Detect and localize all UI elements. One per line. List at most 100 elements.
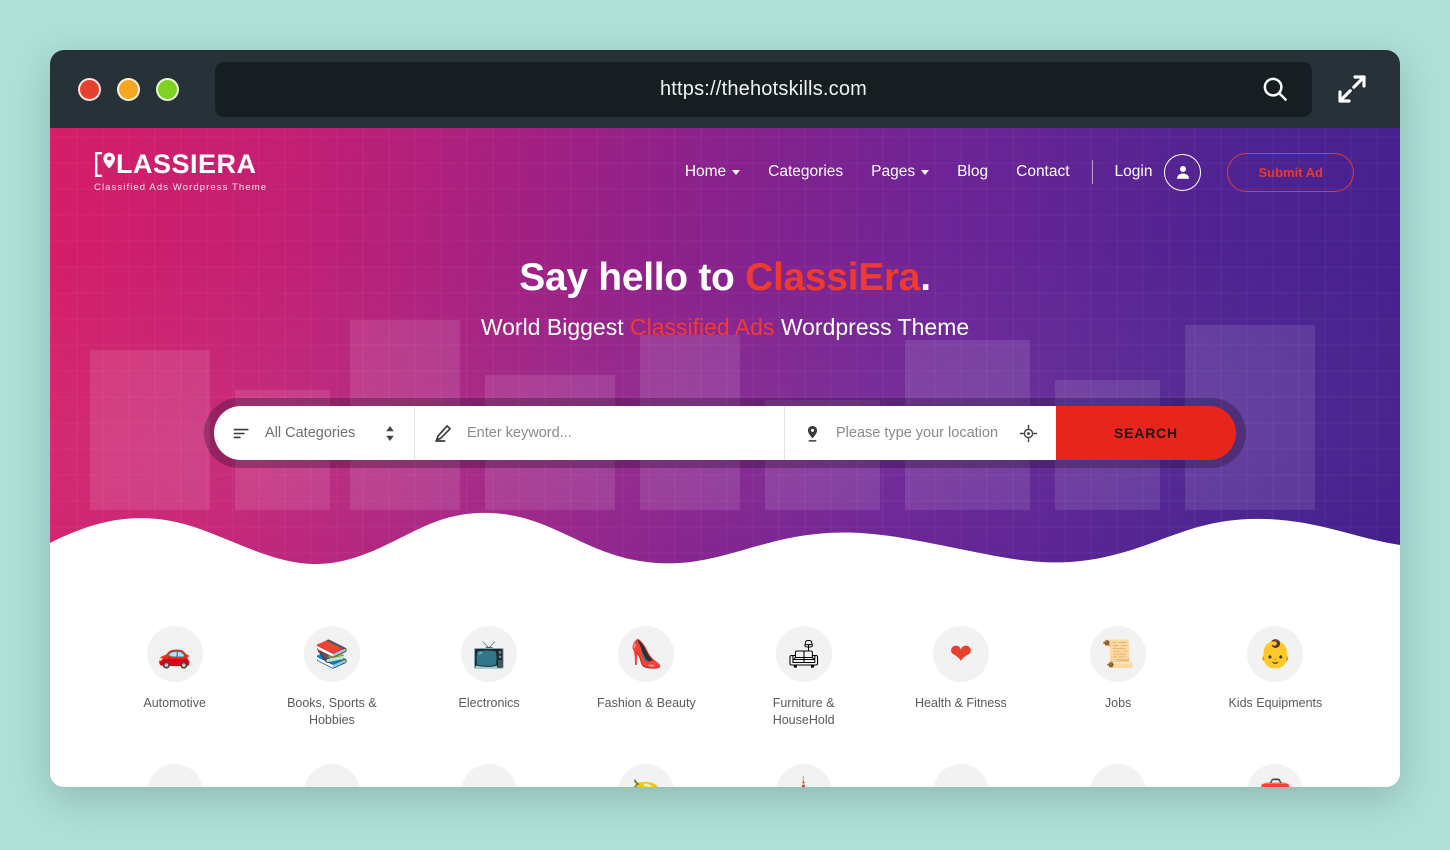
nav-item-home-label: Home <box>684 163 727 180</box>
minimize-window-button[interactable] <box>117 77 140 101</box>
traffic-lights <box>78 77 179 101</box>
category-furniture-household[interactable]: 🛋 Furniture & HouseHold <box>725 626 882 728</box>
hero-copy: Say hello to ClassiEra. World Biggest Cl… <box>50 256 1400 341</box>
category-row2-item[interactable] <box>253 764 410 787</box>
category-grid: 🚗 Automotive 📚 Books, Sports & Hobbies 📺… <box>96 626 1354 787</box>
category-label: Health & Fitness <box>915 696 1007 710</box>
search-button[interactable]: SEARCH <box>1056 406 1236 460</box>
filter-lines-icon <box>232 424 251 443</box>
chevron-down-icon <box>732 169 741 175</box>
category-books-sports-hobbies[interactable]: 📚 Books, Sports & Hobbies <box>253 626 410 728</box>
category-kids-equipments[interactable]: 👶 Kids Equipments <box>1197 626 1354 728</box>
location-input[interactable]: Please type your location <box>784 406 1056 460</box>
category-label: Jobs <box>1104 696 1132 710</box>
wave-divider <box>50 512 1400 580</box>
submit-ad-button[interactable]: Submit Ad <box>1227 152 1354 192</box>
url-text: https://thehotskills.com <box>659 77 868 100</box>
maximize-window-button[interactable] <box>156 77 179 101</box>
category-automotive[interactable]: 🚗 Automotive <box>96 626 253 728</box>
category-row2-item[interactable] <box>96 764 253 787</box>
search-bar: All Categories Enter keyword... Please t… <box>214 406 1236 460</box>
category-row2-item[interactable]: 🧰 <box>1197 764 1354 787</box>
hero-title: Say hello to ClassiEra. <box>50 256 1400 300</box>
category-row2-item[interactable] <box>411 764 568 787</box>
logo-mark: LASSIERA <box>94 151 267 178</box>
pencil-icon <box>433 423 453 443</box>
hero-sub-prefix: World Biggest <box>480 314 630 340</box>
hero-title-prefix: Say hello to <box>519 256 746 299</box>
tv-icon: 📺 <box>461 626 518 682</box>
category-row2-icon: 🍋 <box>618 764 675 787</box>
category-row2-icon: 🗼 <box>775 764 832 787</box>
heart-pulse-icon: ❤ <box>932 626 989 682</box>
hero-sub-suffix: Wordpress Theme <box>774 314 970 340</box>
location-input-placeholder: Please type your location <box>836 425 999 441</box>
category-row2-icon <box>1090 764 1147 787</box>
nav-links: Home Categories Pages Blog Contact <box>685 163 1070 181</box>
category-row2-icon <box>932 764 989 787</box>
category-fashion-beauty[interactable]: 👠 Fashion & Beauty <box>568 626 725 728</box>
nav-item-categories-label: Categories <box>768 163 844 180</box>
browser-window: https://thehotskills.com LASSIERA Classi… <box>50 50 1400 787</box>
category-select-value: All Categories <box>265 425 356 441</box>
logo-wordmark: LASSIERA <box>116 149 257 180</box>
site-logo[interactable]: LASSIERA Classified Ads Wordpress Theme <box>94 151 267 193</box>
nav-divider <box>1091 160 1093 184</box>
category-row2-item[interactable]: 🗼 <box>725 764 882 787</box>
category-row2-icon <box>303 764 360 787</box>
category-label: Electronics <box>458 696 520 710</box>
expand-fullscreen-icon[interactable] <box>1334 71 1370 107</box>
category-jobs[interactable]: 📜 Jobs <box>1040 626 1197 728</box>
nav-item-pages[interactable]: Pages <box>871 163 930 181</box>
login-link[interactable]: Login <box>1115 163 1153 181</box>
books-icon: 📚 <box>303 626 360 682</box>
category-row2-icon <box>461 764 518 787</box>
job-hand-icon: 📜 <box>1090 626 1147 682</box>
nav-item-categories[interactable]: Categories <box>768 163 843 181</box>
category-health-fitness[interactable]: ❤ Health & Fitness <box>882 626 1039 728</box>
close-window-button[interactable] <box>78 77 101 101</box>
login-group: Login <box>1115 153 1202 191</box>
nav-item-contact[interactable]: Contact <box>1016 163 1069 181</box>
nav-item-blog[interactable]: Blog <box>957 163 988 181</box>
category-label: Kids Equipments <box>1228 696 1323 710</box>
hero-section: LASSIERA Classified Ads Wordpress Theme … <box>50 128 1400 580</box>
nav-item-contact-label: Contact <box>1016 163 1070 180</box>
logo-tagline: Classified Ads Wordpress Theme <box>94 182 268 194</box>
stroller-icon: 👶 <box>1247 626 1304 682</box>
crosshair-locate-icon[interactable] <box>1019 424 1038 443</box>
site-navbar: LASSIERA Classified Ads Wordpress Theme … <box>50 128 1400 216</box>
logo-bracket-pin-icon <box>95 152 115 178</box>
category-row2-item[interactable] <box>882 764 1039 787</box>
category-row2-item[interactable]: 🍋 <box>568 764 725 787</box>
chevron-down-icon <box>921 169 930 175</box>
map-pin-icon <box>803 424 822 443</box>
user-avatar-icon[interactable] <box>1164 153 1202 191</box>
hero-subtitle: World Biggest Classified Ads Wordpress T… <box>50 314 1400 341</box>
nav-item-blog-label: Blog <box>957 163 989 180</box>
category-label: Books, Sports & Hobbies <box>287 696 377 727</box>
address-bar[interactable]: https://thehotskills.com <box>215 61 1312 117</box>
hero-title-accent: ClassiEra <box>745 256 921 299</box>
category-row2-icon <box>146 764 203 787</box>
category-label: Furniture & HouseHold <box>772 696 835 727</box>
category-row2-icon: 🧰 <box>1247 764 1304 787</box>
browser-titlebar: https://thehotskills.com <box>50 50 1400 128</box>
category-row2-item[interactable] <box>1040 764 1197 787</box>
navbar-right: Home Categories Pages Blog Contact Login… <box>685 152 1354 192</box>
sort-updown-icon[interactable] <box>384 425 396 442</box>
car-icon: 🚗 <box>146 626 203 682</box>
category-select[interactable]: All Categories <box>214 406 414 460</box>
hero-title-suffix: . <box>920 256 931 299</box>
sofa-icon: 🛋 <box>775 626 832 682</box>
categories-section: 🚗 Automotive 📚 Books, Sports & Hobbies 📺… <box>50 580 1400 787</box>
category-electronics[interactable]: 📺 Electronics <box>411 626 568 728</box>
keyword-input-placeholder: Enter keyword... <box>467 425 572 441</box>
nav-item-pages-label: Pages <box>871 163 916 180</box>
search-icon[interactable] <box>1260 74 1290 104</box>
hero-search-container: All Categories Enter keyword... Please t… <box>204 398 1246 468</box>
nav-item-home[interactable]: Home <box>684 163 741 181</box>
category-label: Automotive <box>143 696 206 710</box>
hero-sub-accent: Classified Ads <box>629 314 775 340</box>
keyword-input[interactable]: Enter keyword... <box>414 406 784 460</box>
